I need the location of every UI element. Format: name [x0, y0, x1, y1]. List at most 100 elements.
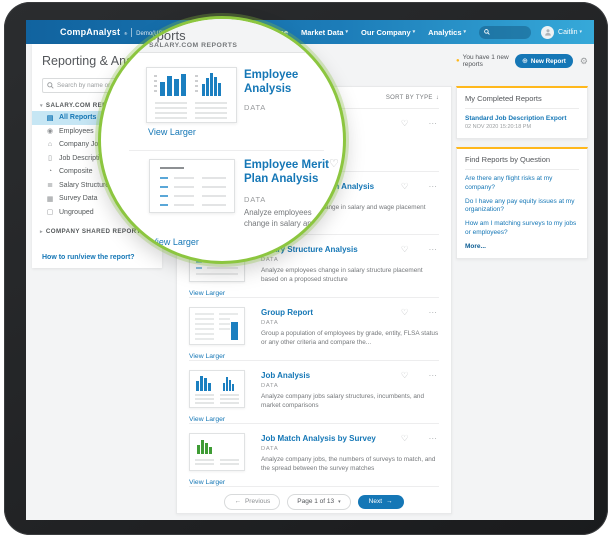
new-reports-notice: You have 1 new reports: [463, 54, 509, 68]
report-type-badge: DATA: [261, 257, 439, 263]
gear-icon[interactable]: ⚙: [580, 56, 588, 67]
next-page-button[interactable]: Next →: [358, 495, 404, 509]
report-type-badge: DATA: [261, 320, 439, 326]
magnified-report-type: DATA: [244, 195, 266, 204]
favorite-heart-icon[interactable]: ♡: [401, 119, 409, 128]
view-larger-link[interactable]: View Larger: [189, 479, 225, 486]
previous-page-button[interactable]: ← Previous: [224, 494, 280, 510]
report-type-badge: DATA: [261, 383, 439, 389]
more-questions-link[interactable]: More...: [465, 243, 579, 250]
report-description: Analyze company jobs salary structures, …: [261, 392, 439, 411]
avatar[interactable]: [541, 26, 554, 39]
all-reports-icon: ▤: [46, 114, 54, 122]
nav-item-our-company[interactable]: Our Company ▾: [361, 28, 415, 37]
new-report-button[interactable]: ⊕ New Report: [515, 54, 573, 68]
completed-reports-panel: My Completed Reports Standard Job Descri…: [456, 86, 588, 139]
page-label: Page 1 of 13: [297, 498, 334, 505]
question-link[interactable]: How am I matching surveys to my jobs or …: [465, 220, 579, 238]
nav-item-label: Our Company: [361, 28, 411, 37]
magnified-report-thumbnail[interactable]: [149, 159, 235, 213]
company-job-icon: ⌂: [46, 141, 54, 148]
report-description: Analyze employees change in salary struc…: [261, 266, 439, 285]
table-bar-thumbnail-graphic: [190, 308, 244, 344]
composite-icon: ◔: [46, 168, 54, 175]
salary-structures-icon: ≣: [46, 181, 54, 189]
search-icon: [47, 82, 54, 89]
sort-control[interactable]: SORT BY TYPE ↓: [386, 95, 439, 101]
sidebar-item-label: Survey Data: [59, 195, 98, 202]
magnified-report-title[interactable]: Employee Analysis: [244, 69, 322, 96]
report-thumbnail[interactable]: [189, 370, 245, 408]
report-row: View Larger Group Report DATA Group a po…: [189, 298, 439, 361]
chevron-down-icon: ▾: [346, 29, 349, 35]
notifications-row: ● You have 1 new reports ⊕ New Report ⚙: [456, 54, 588, 68]
device-frame: CompAnalyst ® Demo(US) Home Market Data …: [4, 2, 608, 535]
sidebar-item-label: Company Job: [59, 141, 102, 148]
chevron-down-icon: ▾: [338, 499, 341, 505]
chevron-down-icon: ▾: [40, 103, 43, 109]
global-search[interactable]: [479, 26, 531, 39]
next-label: Next: [369, 498, 382, 505]
nav-item-analytics[interactable]: Analytics ▾: [428, 28, 466, 37]
more-options-icon[interactable]: ⋯: [429, 308, 438, 317]
more-options-icon[interactable]: ⋯: [429, 371, 438, 380]
chevron-down-icon: ▾: [413, 29, 416, 35]
view-larger-link[interactable]: View Larger: [189, 416, 225, 423]
section-label: COMPANY SHARED REPORTS: [46, 228, 145, 235]
magnified-list-header: SALARY.COM REPORTS: [149, 42, 237, 49]
report-row: View Larger Job Analysis DATA Analyze co…: [189, 361, 439, 424]
view-larger-link[interactable]: View Larger: [189, 290, 225, 297]
view-larger-link[interactable]: View Larger: [189, 353, 225, 360]
report-row: View Larger Job Match Analysis by Survey…: [189, 424, 439, 487]
more-options-icon[interactable]: ⋯: [429, 434, 438, 443]
sidebar-item-label: All Reports: [59, 114, 96, 121]
survey-data-icon: ▦: [46, 195, 54, 203]
report-thumbnail[interactable]: [189, 433, 245, 471]
plus-circle-icon: ⊕: [522, 57, 528, 65]
report-description: Group a population of employees by grade…: [261, 329, 439, 348]
job-description-icon: ▯: [46, 154, 54, 162]
completed-report-link[interactable]: Standard Job Description Export: [465, 115, 579, 122]
magnified-report-thumbnail[interactable]: [146, 67, 237, 123]
chevron-right-icon: ▸: [40, 229, 43, 235]
magnified-view-larger-link[interactable]: View Larger: [148, 127, 196, 137]
magnified-report-type: DATA: [244, 103, 266, 112]
sidebar-item-label: Composite: [59, 168, 92, 175]
favorite-heart-icon[interactable]: ♡: [401, 245, 409, 254]
user-icon: [544, 28, 552, 36]
magnifier-circle: All Reports SALARY.COM REPORTS Employee …: [98, 16, 346, 264]
table-thumbnail-graphic: [150, 160, 234, 212]
ungrouped-icon: ▢: [46, 208, 54, 216]
sidebar-item-label: Ungrouped: [59, 209, 94, 216]
pagination: ← Previous Page 1 of 13 ▾ Next →: [189, 487, 439, 516]
right-rail: ● You have 1 new reports ⊕ New Report ⚙ …: [456, 54, 588, 259]
page-selector[interactable]: Page 1 of 13 ▾: [287, 494, 350, 510]
user-name: Caitlin: [558, 29, 577, 36]
green-bar-chart-thumbnail-graphic: [190, 434, 244, 470]
favorite-heart-icon[interactable]: ♡: [401, 308, 409, 317]
global-search-input[interactable]: [493, 29, 527, 35]
help-link[interactable]: How to run/view the report?: [42, 254, 135, 261]
more-options-icon[interactable]: ⋯: [429, 182, 438, 191]
report-thumbnail[interactable]: [189, 307, 245, 345]
user-menu[interactable]: Caitlin ▾: [558, 29, 582, 36]
favorite-heart-icon[interactable]: ♡: [329, 157, 339, 170]
bar-chart-thumbnail-graphic: [147, 68, 236, 122]
sort-label: SORT BY TYPE: [386, 95, 433, 101]
more-options-icon[interactable]: ⋯: [429, 245, 438, 254]
question-link[interactable]: Do I have any pay equity issues at my or…: [465, 198, 579, 216]
magnified-page-title: All Reports: [122, 28, 186, 43]
favorite-heart-icon[interactable]: ♡: [401, 182, 409, 191]
magnified-view-larger-link[interactable]: View Larger: [151, 237, 199, 247]
screenshot-stage: CompAnalyst ® Demo(US) Home Market Data …: [0, 0, 612, 538]
report-description: Analyze company jobs, the numbers of sur…: [261, 455, 439, 474]
arrow-down-icon: ↓: [436, 95, 439, 101]
favorite-heart-icon[interactable]: ♡: [401, 434, 409, 443]
bar-chart-thumbnail-graphic: [190, 371, 244, 407]
question-link[interactable]: Are there any flight risks at my company…: [465, 175, 579, 193]
favorite-heart-icon[interactable]: ♡: [401, 371, 409, 380]
notification-dot-icon: ●: [456, 58, 460, 64]
more-options-icon[interactable]: ⋯: [429, 119, 438, 128]
report-type-badge: DATA: [261, 446, 439, 452]
magnified-row-divider: [129, 150, 324, 151]
